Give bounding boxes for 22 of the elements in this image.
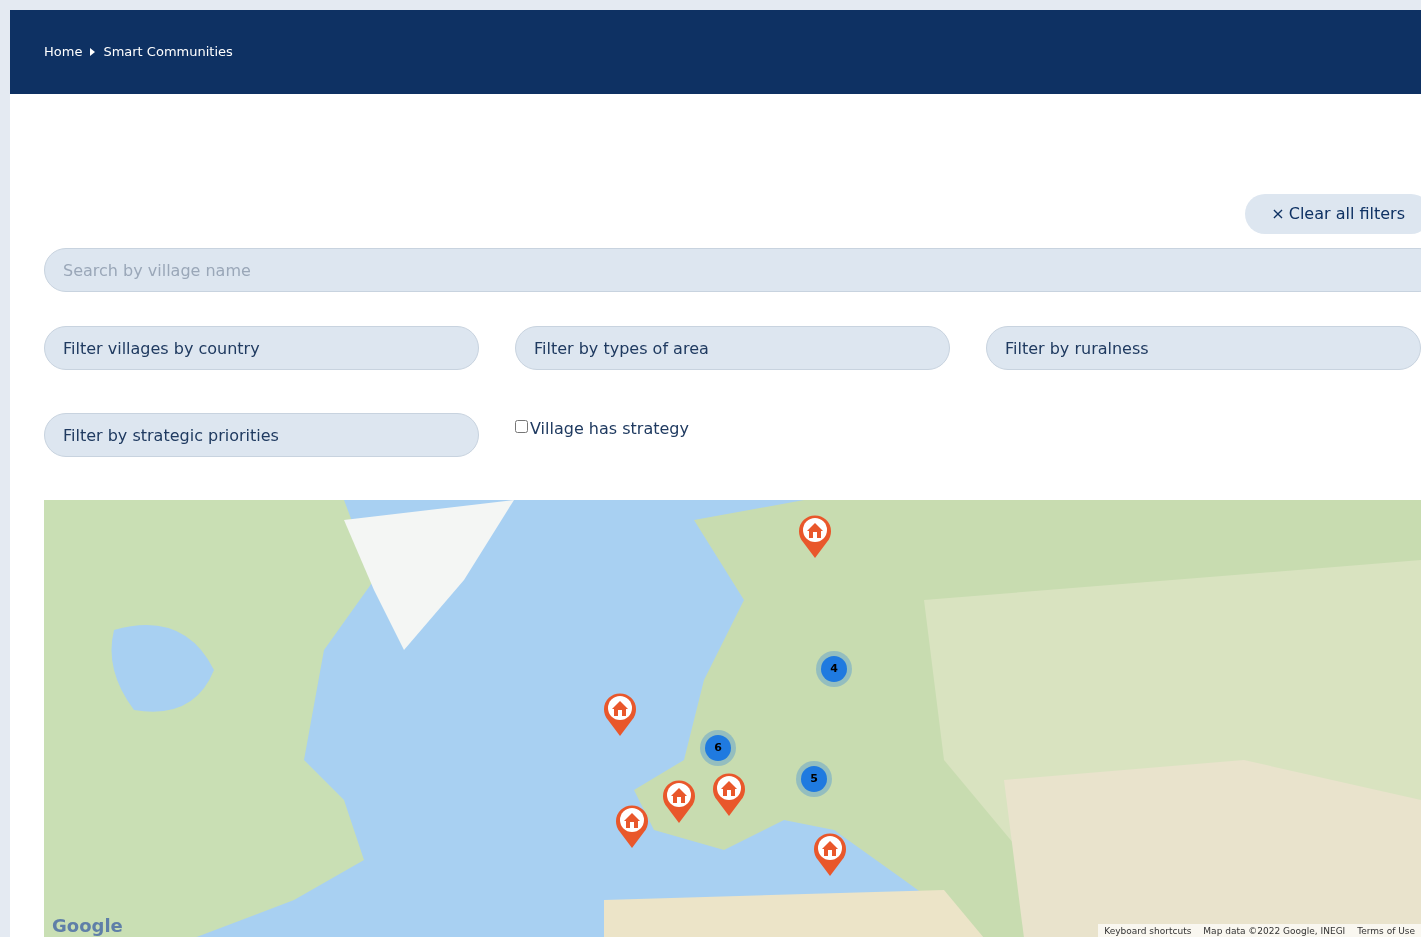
breadcrumb-link[interactable]: Smart Communities [103, 42, 233, 62]
strategy-checkbox[interactable] [515, 420, 528, 433]
map[interactable]: 4 6 5 Google Keyboard shortcuts Map data ©2022 Google, INEGI Terms of Use [44, 500, 1421, 937]
attribution-text: Map data ©2022 Google, INEGI [1203, 926, 1346, 936]
filter-field[interactable]: Filter villages by country [44, 326, 479, 370]
checkbox-label: Village has strategy [530, 418, 689, 440]
search-field[interactable]: Search by village name [44, 248, 1421, 292]
house-pin-icon[interactable] [602, 691, 638, 737]
attribution-text[interactable]: Keyboard shortcuts [1104, 926, 1192, 936]
filter-field[interactable]: Filter by types of area [515, 326, 950, 370]
house-pin-icon[interactable] [614, 803, 650, 849]
attribution-text[interactable]: Terms of Use [1357, 926, 1415, 936]
house-pin-icon[interactable] [661, 778, 697, 824]
caret-icon [90, 48, 96, 56]
filter-field[interactable]: Filter by ruralness [986, 326, 1421, 370]
house-pin-icon[interactable] [812, 831, 848, 877]
house-pin-icon[interactable] [711, 771, 747, 817]
breadcrumb-link[interactable]: Home [44, 42, 83, 62]
house-pin-icon[interactable] [797, 513, 833, 559]
map-logo: Google [52, 917, 123, 935]
filter-field[interactable]: Filter by strategic priorities [44, 413, 479, 457]
clear-filters-button[interactable]: × Clear all filters [1245, 194, 1421, 234]
